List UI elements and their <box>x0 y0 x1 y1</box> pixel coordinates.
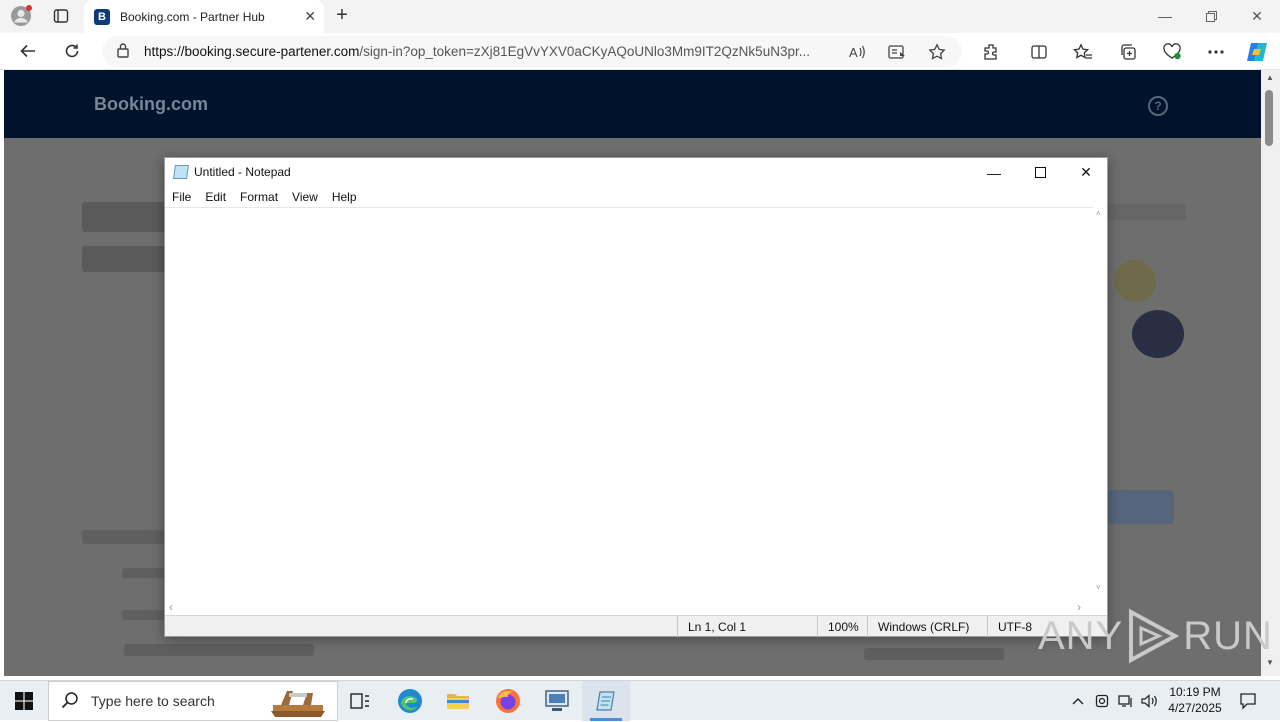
obscured-heading-line2 <box>82 246 167 272</box>
status-bar: Ln 1, Col 1 100% Windows (CRLF) UTF-8 <box>165 615 1107 637</box>
firefox-icon[interactable] <box>484 681 532 721</box>
watermark-right: RUN <box>1183 613 1273 658</box>
split-screen-icon[interactable] <box>1027 40 1051 64</box>
read-aloud-icon[interactable]: A <box>846 41 868 63</box>
browser-tab-active[interactable]: B Booking.com - Partner Hub ✕ <box>84 0 324 33</box>
play-logo-icon <box>1129 608 1180 664</box>
taskbar-clock[interactable]: 10:19 PM 4/27/2025 <box>1160 684 1230 716</box>
close-icon[interactable]: ✕ <box>304 8 316 25</box>
zoom-level: 100% <box>817 616 867 637</box>
watermark-left: ANY <box>1038 613 1124 658</box>
restore-icon[interactable] <box>1188 0 1234 32</box>
minimize-icon[interactable]: — <box>971 158 1017 187</box>
file-explorer-icon[interactable] <box>434 681 482 721</box>
obscured-text <box>864 648 1004 660</box>
new-tab-icon[interactable]: + <box>330 4 354 27</box>
copilot-icon[interactable] <box>1245 40 1269 64</box>
booking-favicon-icon: B <box>94 8 110 25</box>
obscured-text <box>122 610 166 620</box>
network-app-icon[interactable] <box>533 681 581 721</box>
scroll-down-icon[interactable]: ˅ <box>1096 583 1101 592</box>
lock-icon[interactable] <box>116 42 130 61</box>
clock-date: 4/27/2025 <box>1168 701 1222 715</box>
menu-help[interactable]: Help <box>325 187 364 207</box>
url-host: https://booking.secure-partener.com <box>144 44 360 59</box>
scroll-thumb[interactable] <box>1265 90 1273 146</box>
notepad-window[interactable]: Untitled - Notepad — ✕ File Edit Format … <box>164 157 1108 637</box>
booking-header: Booking.com ? <box>4 70 1261 138</box>
taskbar: Type here to search 10:19 PM 4/27/2025 <box>0 680 1280 721</box>
obscured-illustration <box>1114 260 1156 302</box>
chevron-up-icon[interactable] <box>1066 681 1090 721</box>
cursor-position: Ln 1, Col 1 <box>677 616 817 637</box>
notepad-taskbar-icon[interactable] <box>582 681 630 721</box>
collections-icon[interactable] <box>1116 40 1140 64</box>
volume-icon[interactable] <box>1138 681 1162 721</box>
obscured-text <box>124 644 314 656</box>
search-icon <box>61 691 79 712</box>
menu-edit[interactable]: Edit <box>198 187 233 207</box>
maximize-icon[interactable] <box>1017 158 1063 187</box>
vertical-scrollbar[interactable]: ˄ ˅ <box>1093 207 1107 599</box>
menu-view[interactable]: View <box>285 187 325 207</box>
obscured-button[interactable] <box>1108 490 1174 524</box>
browser-tab-bar: B Booking.com - Partner Hub ✕ + — ✕ <box>0 0 1280 33</box>
minimize-icon[interactable]: — <box>1142 0 1188 32</box>
url-path: /sign-in?op_token=zXj81EgVvYXV0aCKyAQoUN… <box>359 44 810 59</box>
help-icon[interactable]: ? <box>1148 96 1168 116</box>
menu-format[interactable]: Format <box>233 187 285 207</box>
more-icon[interactable] <box>1204 40 1228 64</box>
close-icon[interactable]: ✕ <box>1063 158 1109 187</box>
text-editor-area[interactable] <box>165 207 1093 599</box>
scroll-up-icon[interactable]: ▲ <box>1266 73 1274 82</box>
browser-toolbar: https://booking.secure-partener.com/sign… <box>0 33 1280 70</box>
scroll-up-icon[interactable]: ˄ <box>1096 209 1101 218</box>
notepad-icon <box>173 165 189 179</box>
svg-text:A: A <box>849 45 858 60</box>
menu-file[interactable]: File <box>165 187 198 207</box>
booking-logo[interactable]: Booking.com <box>94 94 208 115</box>
back-icon[interactable] <box>14 38 42 64</box>
scroll-left-icon[interactable]: ‹ <box>169 600 173 614</box>
system-tray <box>1066 681 1162 721</box>
extensions-icon[interactable] <box>979 40 1003 64</box>
menu-bar: File Edit Format View Help <box>165 187 364 207</box>
profile-icon[interactable] <box>8 4 34 28</box>
defender-icon[interactable] <box>1090 681 1114 721</box>
page-scrollbar[interactable]: ▲ ▼ <box>1261 70 1280 676</box>
edge-icon[interactable] <box>386 681 434 721</box>
favorites-icon[interactable] <box>1071 40 1095 64</box>
anyrun-watermark: ANY RUN <box>1038 608 1273 664</box>
browser-essentials-icon[interactable] <box>1160 40 1184 64</box>
clock-time: 10:19 PM <box>1169 685 1221 699</box>
obscured-illustration-dark <box>1132 310 1184 358</box>
immersive-reader-icon[interactable] <box>886 41 908 63</box>
line-ending: Windows (CRLF) <box>867 616 987 637</box>
window-close-icon[interactable]: ✕ <box>1234 0 1280 32</box>
notepad-title-bar[interactable]: Untitled - Notepad — ✕ <box>165 158 1107 187</box>
tab-actions-icon[interactable] <box>48 4 74 28</box>
obscured-text <box>82 530 164 544</box>
obscured-text <box>122 568 166 578</box>
windows-start-icon[interactable] <box>0 681 48 721</box>
url-text[interactable]: https://booking.secure-partener.com/sign… <box>144 44 834 59</box>
task-view-icon[interactable] <box>336 681 384 721</box>
taskbar-search-box[interactable]: Type here to search <box>48 681 338 721</box>
horizontal-scrollbar[interactable]: ‹ › <box>165 599 1093 615</box>
refresh-icon[interactable] <box>58 38 86 64</box>
obscured-heading <box>82 202 167 232</box>
window-title: Untitled - Notepad <box>194 165 291 179</box>
tab-title: Booking.com - Partner Hub <box>120 9 265 24</box>
favorite-star-icon[interactable] <box>926 41 948 63</box>
address-bar[interactable]: https://booking.secure-partener.com/sign… <box>102 36 962 67</box>
network-icon[interactable] <box>1114 681 1138 721</box>
obscured-text <box>1108 204 1186 220</box>
search-highlight-icon[interactable] <box>267 685 329 722</box>
notification-icon[interactable] <box>1236 689 1260 713</box>
search-placeholder: Type here to search <box>91 693 215 709</box>
